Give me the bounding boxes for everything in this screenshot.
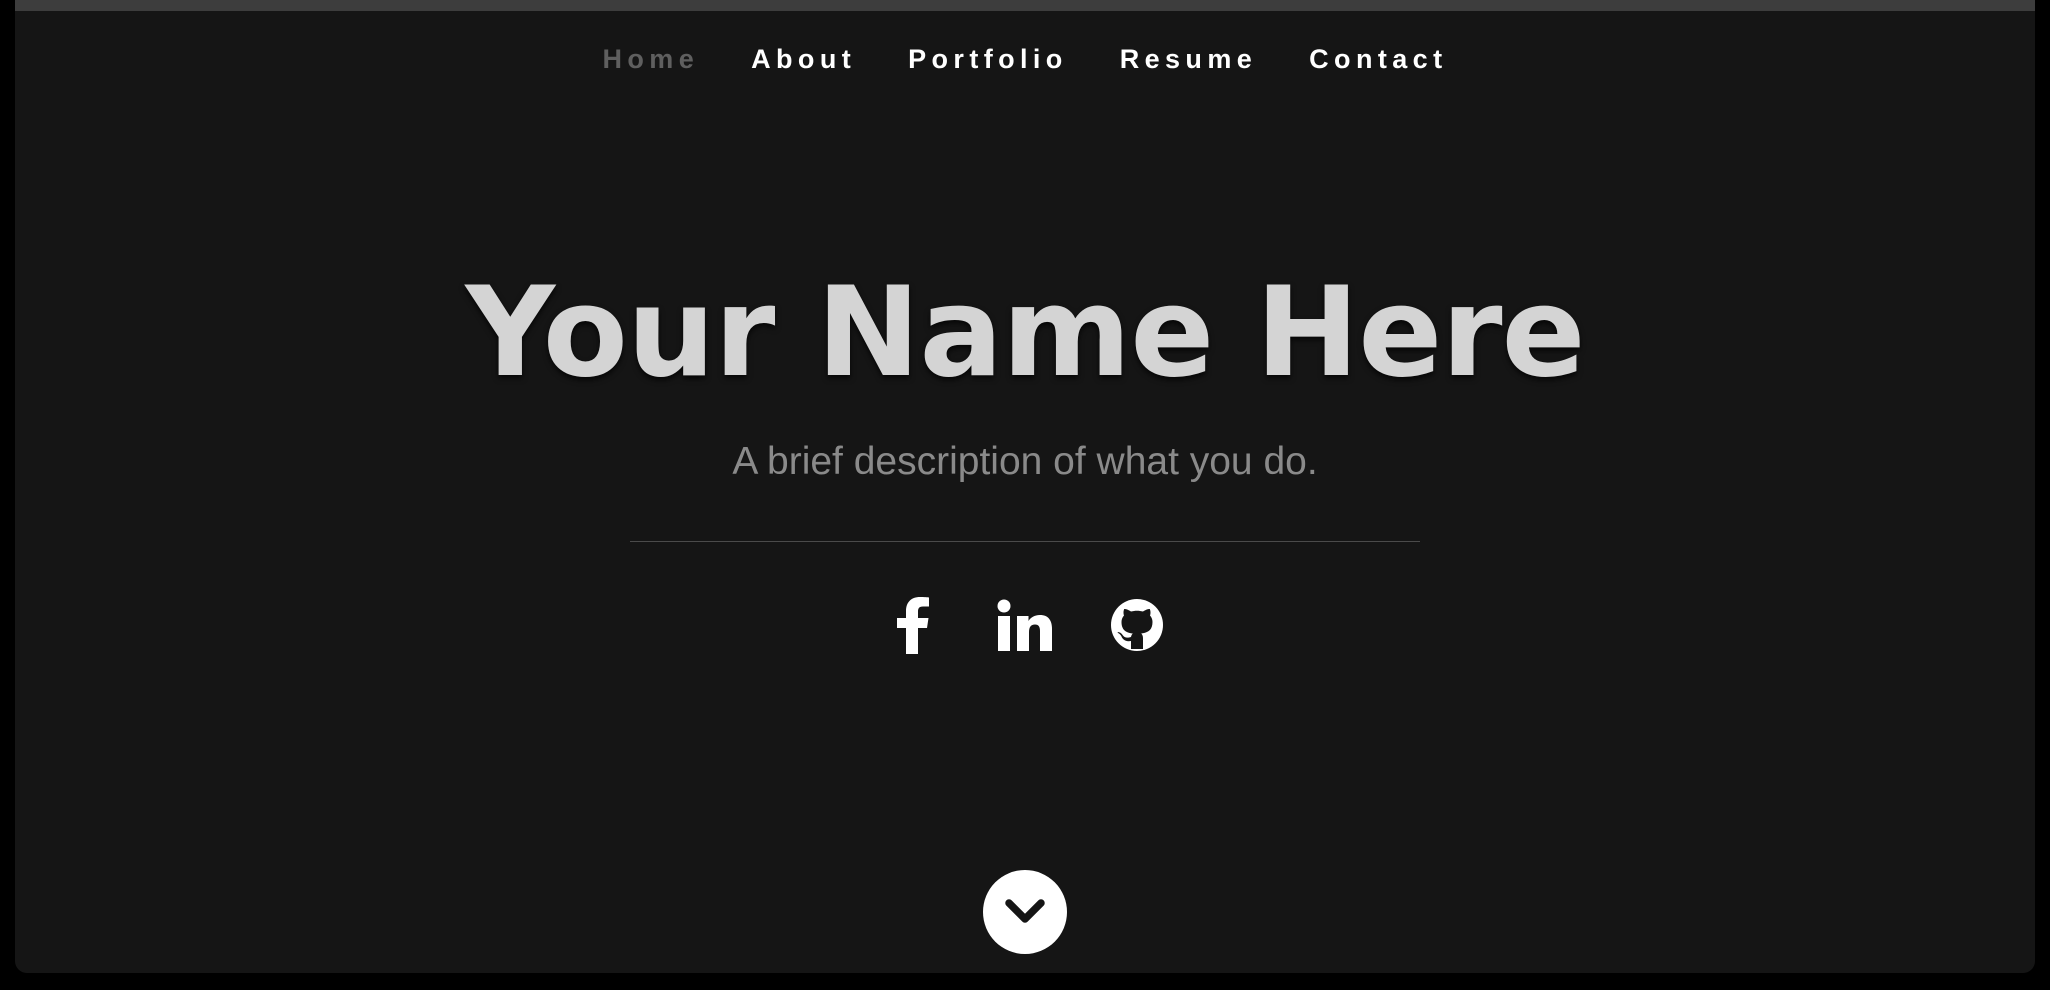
nav-item-resume[interactable]: Resume	[1094, 40, 1283, 79]
chevron-down-icon	[1005, 899, 1045, 923]
nav-item-portfolio[interactable]: Portfolio	[882, 40, 1094, 79]
github-link[interactable]	[1100, 590, 1174, 660]
hero-divider	[630, 541, 1420, 542]
nav-item-contact[interactable]: Contact	[1283, 40, 1473, 79]
facebook-link[interactable]	[876, 590, 950, 660]
nav-item-about[interactable]: About	[725, 40, 882, 79]
page-window: Home About Portfolio Resume Contact Your…	[15, 0, 2035, 973]
social-links	[15, 590, 2035, 660]
hero-title: Your Name Here	[465, 261, 1585, 405]
facebook-icon	[897, 597, 929, 654]
nav-item-home[interactable]: Home	[577, 40, 726, 79]
linkedin-icon	[997, 599, 1052, 651]
scroll-down-button[interactable]	[983, 870, 1067, 954]
window-top-bar	[15, 0, 2035, 11]
hero-subtitle: A brief description of what you do.	[732, 440, 1318, 483]
github-icon	[1111, 599, 1163, 651]
linkedin-link[interactable]	[988, 590, 1062, 660]
main-nav: Home About Portfolio Resume Contact	[15, 40, 2035, 79]
